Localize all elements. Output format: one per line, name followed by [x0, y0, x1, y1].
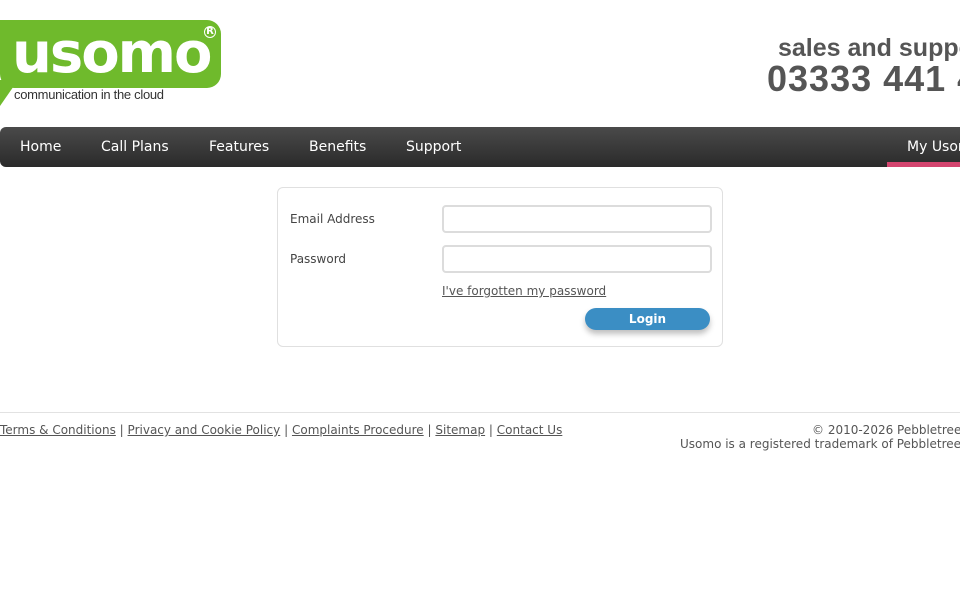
sales-phone: 03333 441 4: [767, 58, 960, 99]
email-field[interactable]: [442, 205, 712, 233]
active-nav-indicator: [887, 162, 960, 167]
contact-us-link[interactable]: Contact Us: [497, 423, 563, 437]
login-form: Email Address Password I've forgotten my…: [277, 187, 723, 347]
footer-links: Terms & Conditions | Privacy and Cookie …: [0, 423, 562, 437]
footer-separator: |: [284, 423, 289, 437]
nav-item-features[interactable]: Features: [209, 127, 269, 167]
main-nav: Home Call Plans Features Benefits Suppor…: [0, 127, 960, 167]
nav-item-support[interactable]: Support: [406, 127, 461, 167]
footer-legal: © 2010-2026 Pebbletree Usomo is a regist…: [680, 423, 960, 459]
registered-mark-icon: R: [204, 26, 216, 38]
privacy-link[interactable]: Privacy and Cookie Policy: [128, 423, 281, 437]
password-label: Password: [290, 252, 347, 266]
site-header: usomo R communication in the cloud sales…: [0, 0, 960, 127]
forgot-password-link[interactable]: I've forgotten my password: [442, 284, 606, 298]
logo-wordmark: usomo: [12, 21, 212, 86]
logo-tagline: communication in the cloud: [14, 87, 164, 102]
sitemap-link[interactable]: Sitemap: [435, 423, 485, 437]
usomo-logo[interactable]: usomo R communication in the cloud: [0, 20, 221, 108]
trademark-text: Usomo is a registered trademark of Pebbl…: [680, 437, 960, 451]
nav-item-home[interactable]: Home: [20, 127, 61, 167]
login-button[interactable]: Login: [585, 308, 710, 330]
terms-link[interactable]: Terms & Conditions: [0, 423, 116, 437]
footer-separator: |: [427, 423, 432, 437]
email-label: Email Address: [290, 212, 375, 226]
footer-separator: |: [488, 423, 493, 437]
complaints-link[interactable]: Complaints Procedure: [292, 423, 424, 437]
nav-item-call-plans[interactable]: Call Plans: [101, 127, 169, 167]
footer-separator: |: [119, 423, 124, 437]
footer-divider: [0, 412, 960, 413]
copyright-text: © 2010-2026 Pebbletree: [812, 423, 960, 437]
nav-item-benefits[interactable]: Benefits: [309, 127, 366, 167]
password-field[interactable]: [442, 245, 712, 273]
nav-item-my-usomo[interactable]: My Usomo: [887, 127, 960, 167]
nav-item-my-usomo-label: My Usomo: [907, 139, 960, 155]
